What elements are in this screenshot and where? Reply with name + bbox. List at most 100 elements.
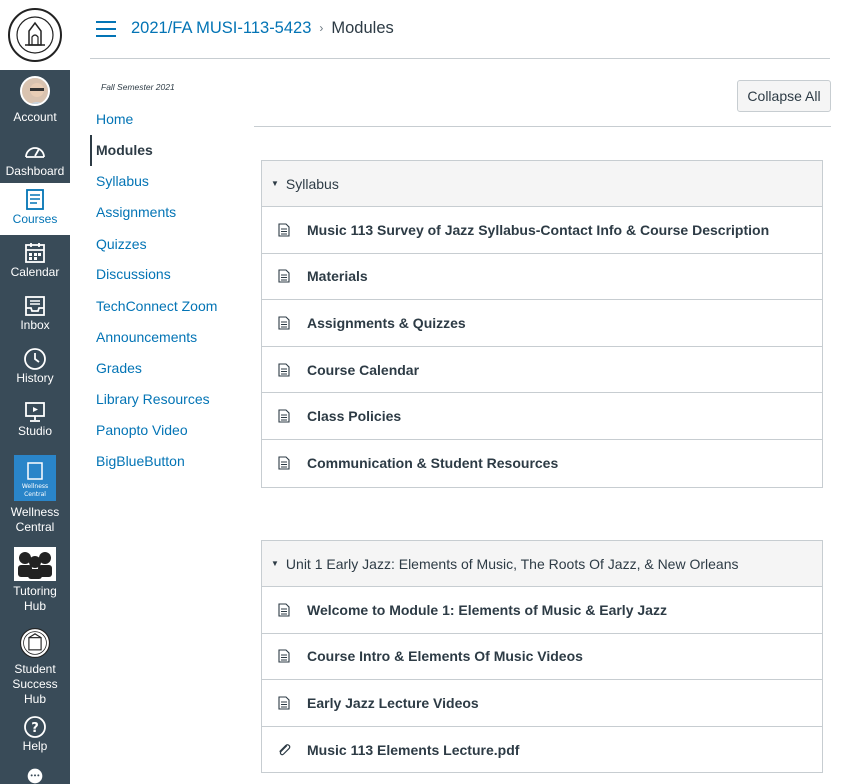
module-item-title[interactable]: Class Policies: [307, 408, 401, 424]
calendar-icon: [25, 243, 45, 263]
page-icon: [277, 362, 291, 378]
breadcrumb-course-link[interactable]: 2021/FA MUSI-113-5423: [131, 19, 311, 37]
module-item[interactable]: Music 113 Survey of Jazz Syllabus-Contac…: [262, 207, 822, 254]
module-header[interactable]: ▼ Unit 1 Early Jazz: Elements of Music, …: [262, 541, 822, 587]
module-item[interactable]: Class Policies: [262, 393, 822, 440]
global-nav-chat[interactable]: [0, 768, 70, 784]
course-nav-discussions[interactable]: Discussions: [90, 259, 240, 290]
module-header[interactable]: ▼ Syllabus: [262, 161, 822, 207]
module-item-title[interactable]: Assignments & Quizzes: [307, 315, 466, 331]
course-nav-quizzes[interactable]: Quizzes: [90, 229, 240, 260]
breadcrumb-current: Modules: [331, 19, 394, 37]
help-icon: ?: [24, 716, 46, 738]
tutoring-hub-icon: [14, 547, 56, 581]
global-nav-wellness-central[interactable]: Wellness Central Wellness Central: [0, 453, 70, 541]
module-item-title[interactable]: Communication & Student Resources: [307, 455, 558, 471]
global-navigation: Account Dashboard Courses Calendar Inbox…: [0, 0, 70, 784]
student-success-hub-icon: [19, 627, 51, 659]
module-title: Unit 1 Early Jazz: Elements of Music, Th…: [285, 555, 739, 572]
wellness-central-icon: WellnessCentral: [14, 455, 56, 501]
global-nav-help[interactable]: ? Help: [0, 715, 70, 761]
module-item-title[interactable]: Music 113 Elements Lecture.pdf: [307, 742, 519, 758]
module-item[interactable]: Early Jazz Lecture Videos: [262, 680, 822, 727]
svg-text:Central: Central: [24, 491, 46, 498]
module-item[interactable]: Materials: [262, 253, 822, 301]
page-icon: [277, 648, 291, 664]
module-item[interactable]: Course Calendar: [262, 346, 822, 394]
course-nav-assignments[interactable]: Assignments: [90, 197, 240, 228]
global-nav-calendar[interactable]: Calendar: [0, 238, 70, 288]
global-nav-dashboard[interactable]: Dashboard: [0, 135, 70, 183]
global-nav-label: Tutoring: [13, 584, 57, 598]
svg-text:Wellness: Wellness: [22, 483, 48, 490]
global-nav-studio[interactable]: Studio: [0, 398, 70, 448]
caret-down-icon[interactable]: ▼: [271, 179, 279, 188]
module-item-title[interactable]: Materials: [307, 268, 368, 284]
global-nav-label: Studio: [17, 424, 53, 438]
global-nav-label: History: [16, 371, 54, 385]
module-unit-1: ▼ Unit 1 Early Jazz: Elements of Music, …: [261, 540, 823, 774]
global-nav-courses[interactable]: Courses: [0, 183, 70, 235]
course-nav-library-resources[interactable]: Library Resources: [90, 384, 240, 415]
global-nav-history[interactable]: History: [0, 345, 70, 395]
course-nav-bigbluebutton[interactable]: BigBlueButton: [90, 446, 240, 477]
svg-text:?: ?: [31, 721, 39, 736]
global-nav-student-success-hub[interactable]: Student Success Hub: [0, 627, 70, 707]
clock-icon: [24, 348, 46, 370]
global-nav-label: Dashboard: [5, 164, 65, 178]
global-nav-label: Student: [14, 662, 56, 676]
collapse-all-button[interactable]: Collapse All: [737, 80, 831, 112]
chat-icon: [27, 768, 43, 784]
module-title: Syllabus: [285, 175, 339, 192]
module-item[interactable]: Music 113 Elements Lecture.pdf: [262, 726, 822, 774]
module-item-title[interactable]: Music 113 Survey of Jazz Syllabus-Contac…: [307, 222, 769, 238]
global-nav-label: Calendar: [10, 265, 60, 279]
page-icon: [277, 695, 291, 711]
page-icon: [277, 315, 291, 331]
course-nav-panopto-video[interactable]: Panopto Video: [90, 415, 240, 446]
hamburger-menu-icon[interactable]: [96, 21, 116, 37]
global-nav-label: Central: [15, 520, 55, 534]
module-item-title[interactable]: Early Jazz Lecture Videos: [307, 695, 479, 711]
module-item-title[interactable]: Course Calendar: [307, 362, 419, 378]
page-header: 2021/FA MUSI-113-5423 › Modules: [90, 0, 830, 59]
global-nav-account[interactable]: Account: [0, 72, 70, 130]
module-item[interactable]: Welcome to Module 1: Elements of Music &…: [262, 587, 822, 634]
course-nav-grades[interactable]: Grades: [90, 353, 240, 384]
page-icon: [277, 602, 291, 618]
caret-down-icon[interactable]: ▼: [271, 559, 279, 568]
course-nav-techconnect-zoom[interactable]: TechConnect Zoom: [90, 291, 240, 322]
college-logo[interactable]: [0, 0, 70, 70]
avatar: [20, 76, 50, 106]
course-nav-modules[interactable]: Modules: [90, 135, 240, 166]
global-nav-label: Help: [22, 739, 48, 753]
divider: [254, 126, 831, 127]
attachment-icon: [277, 742, 291, 758]
global-nav-tutoring-hub[interactable]: Tutoring Hub: [0, 547, 70, 619]
module-item-title[interactable]: Course Intro & Elements Of Music Videos: [307, 648, 583, 664]
global-nav-label: Success Hub: [12, 677, 58, 706]
page-icon: [277, 455, 291, 471]
college-seal-icon: [8, 8, 62, 62]
global-nav-label: Courses: [12, 212, 58, 226]
global-nav-label: Hub: [23, 599, 46, 613]
global-nav-inbox[interactable]: Inbox: [0, 292, 70, 342]
course-nav-announcements[interactable]: Announcements: [90, 322, 240, 353]
page-icon: [277, 408, 291, 424]
module-item[interactable]: Course Intro & Elements Of Music Videos: [262, 633, 822, 681]
breadcrumb-separator-icon: ›: [319, 21, 324, 35]
module-item[interactable]: Assignments & Quizzes: [262, 300, 822, 347]
dashboard-icon: [25, 147, 45, 158]
page-icon: [277, 222, 291, 238]
course-nav-syllabus[interactable]: Syllabus: [90, 166, 240, 197]
module-item[interactable]: Communication & Student Resources: [262, 439, 822, 487]
global-nav-label: Account: [13, 110, 57, 124]
term-label: Fall Semester 2021: [101, 82, 175, 92]
courses-icon: [26, 189, 44, 210]
global-nav-label: Inbox: [20, 318, 50, 332]
module-item-title[interactable]: Welcome to Module 1: Elements of Music &…: [307, 602, 667, 618]
module-syllabus: ▼ Syllabus Music 113 Survey of Jazz Syll…: [261, 160, 823, 488]
global-nav-label: Wellness: [10, 505, 60, 519]
page-icon: [277, 268, 291, 284]
course-nav-home[interactable]: Home: [90, 104, 240, 135]
